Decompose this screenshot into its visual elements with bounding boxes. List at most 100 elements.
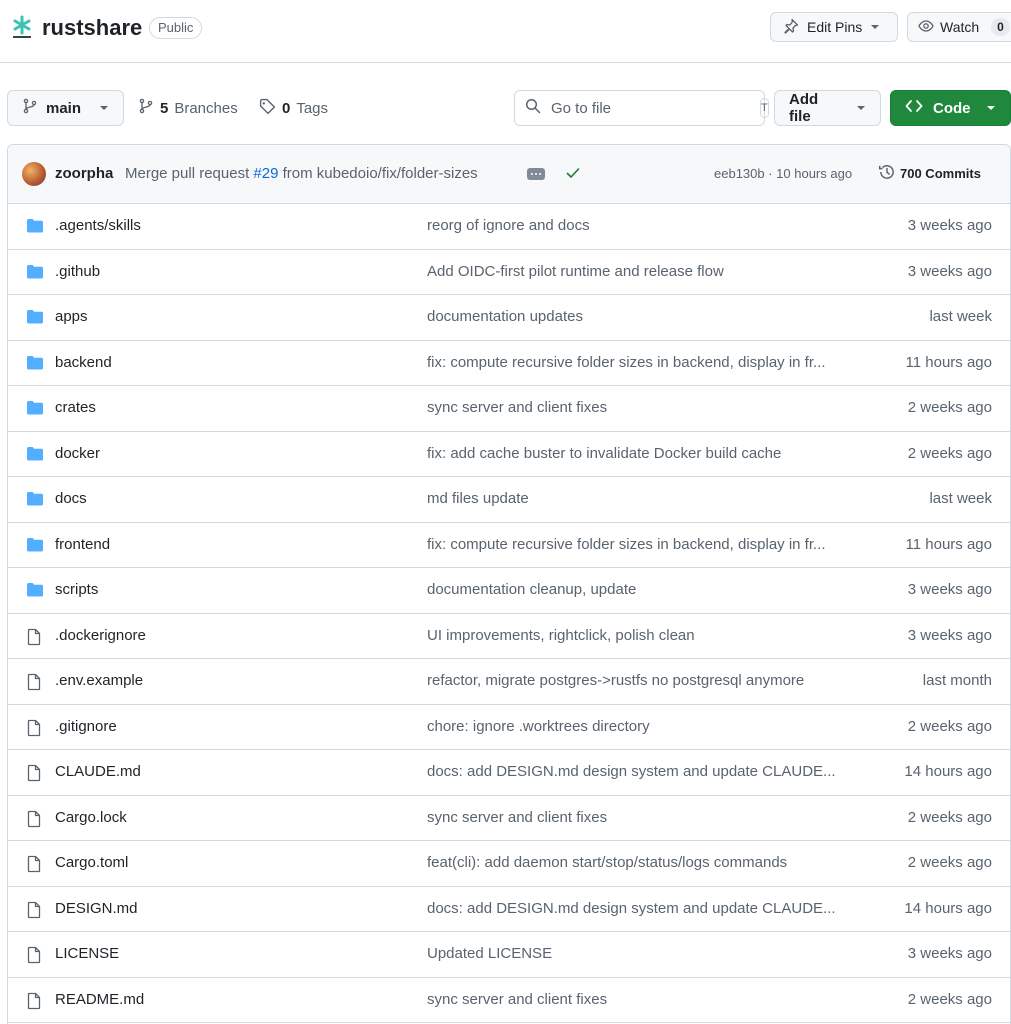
file-name-link[interactable]: README.md [55,991,144,1008]
folder-icon [26,218,44,234]
file-name-link[interactable]: DESIGN.md [55,900,138,917]
file-commit-message[interactable]: sync server and client fixes [427,399,867,416]
table-row[interactable]: frontend fix: compute recursive folder si… [8,523,1010,568]
file-commit-message[interactable]: docs: add DESIGN.md design system and up… [427,900,867,917]
file-commit-date: 2 weeks ago [907,444,992,462]
file-commit-message[interactable]: documentation updates [427,308,867,325]
file-name-link[interactable]: LICENSE [55,945,119,962]
file-commit-message[interactable]: sync server and client fixes [427,991,867,1008]
file-name-link[interactable]: CLAUDE.md [55,763,141,780]
table-row[interactable]: apps documentation updates last week [8,295,1010,341]
file-table: zoorpha Merge pull request #29 from kube… [7,144,1011,1024]
table-row[interactable]: docs md files update last week [8,477,1010,523]
file-list: .agents/skills reorg of ignore and docs 3 … [8,204,1010,1023]
file-commit-message[interactable]: fix: add cache buster to invalidate Dock… [427,445,867,462]
go-to-file-input[interactable] [549,98,752,118]
branch-selector[interactable]: main [7,90,124,126]
file-commit-message[interactable]: Updated LICENSE [427,945,867,962]
file-icon [26,855,44,873]
file-commit-date: last week [929,490,992,507]
edit-pins-label: Edit Pins [807,19,863,35]
add-file-button[interactable]: Add file [774,90,881,126]
file-commit-message[interactable]: fix: compute recursive folder sizes in b… [427,536,867,553]
commit-sha-time[interactable]: eeb130b · 10 hours ago [714,166,852,181]
branches-count: 5 [160,99,169,117]
file-name-link[interactable]: Cargo.lock [55,809,127,826]
file-name-link[interactable]: .github [55,263,100,280]
branch-name: main [46,99,82,117]
file-name-link[interactable]: .env.example [55,672,143,689]
watch-count: 0 [991,18,1010,36]
table-row[interactable]: DESIGN.md docs: add DESIGN.md design syst… [8,887,1010,932]
commit-author[interactable]: zoorpha [55,165,113,182]
file-commit-date: 3 weeks ago [907,262,992,280]
table-row[interactable]: .dockerignore UI improvements, rightclick… [8,614,1010,659]
tags-label: Tags [296,99,329,117]
chevron-down-icon [986,100,996,117]
file-commit-message[interactable]: sync server and client fixes [427,809,867,826]
file-icon [26,673,44,691]
pull-request-link[interactable]: #29 [253,165,278,182]
table-row[interactable]: scripts documentation cleanup, update 3 we… [8,568,1010,614]
shortcut-hint: T [760,98,769,118]
file-commit-message[interactable]: reorg of ignore and docs [427,217,867,234]
table-row[interactable]: docker fix: add cache buster to invalidat… [8,432,1010,477]
folder-icon [26,582,44,598]
table-row[interactable]: crates sync server and client fixes 2 week… [8,386,1010,432]
table-row[interactable]: backend fix: compute recursive folder siz… [8,341,1010,386]
commit-message[interactable]: Merge pull request #29 from kubedoio/fix… [125,165,478,182]
repo-name[interactable]: rustshare [42,14,142,42]
table-row[interactable]: .github Add OIDC-first pilot runtime and … [8,250,1010,295]
table-row[interactable]: Cargo.toml feat(cli): add daemon start/st… [8,841,1010,887]
table-row[interactable]: .agents/skills reorg of ignore and docs 3 … [8,204,1010,250]
file-commit-message[interactable]: documentation cleanup, update [427,581,867,598]
watch-button[interactable]: Watch 0 [907,12,1011,42]
file-name-link[interactable]: .gitignore [55,718,117,735]
file-name-link[interactable]: backend [55,354,112,371]
file-commit-message[interactable]: chore: ignore .worktrees directory [427,718,867,735]
file-commit-message[interactable]: md files update [427,490,867,507]
file-commit-message[interactable]: feat(cli): add daemon start/stop/status/… [427,854,867,871]
commits-count: 700 Commits [900,166,981,181]
expand-commit-message-icon[interactable] [527,168,545,180]
file-name-link[interactable]: Cargo.toml [55,854,128,871]
avatar[interactable] [22,162,46,186]
file-name-link[interactable]: .dockerignore [55,627,146,644]
branches-link[interactable]: 5 Branches [138,90,238,126]
code-label: Code [933,99,971,117]
file-name-link[interactable]: frontend [55,536,110,553]
file-commit-message[interactable]: docs: add DESIGN.md design system and up… [427,763,867,780]
table-row[interactable]: Cargo.lock sync server and client fixes 2 … [8,796,1010,841]
pin-icon [783,18,799,37]
go-to-file-search[interactable]: T [514,90,769,126]
tags-link[interactable]: 0 Tags [259,90,328,126]
file-name-link[interactable]: scripts [55,581,98,598]
file-commit-date: 2 weeks ago [907,717,992,735]
file-commit-message[interactable]: Add OIDC-first pilot runtime and release… [427,263,867,280]
file-commit-date: 11 hours ago [905,535,992,553]
eye-icon [918,18,934,37]
table-row[interactable]: .env.example refactor, migrate postgres->… [8,659,1010,705]
file-commit-message[interactable]: fix: compute recursive folder sizes in b… [427,354,867,371]
file-name-link[interactable]: crates [55,399,96,416]
chevron-down-icon [870,19,880,35]
table-row[interactable]: LICENSE Updated LICENSE 3 weeks ago [8,932,1010,978]
code-button[interactable]: Code [890,90,1011,126]
file-name-link[interactable]: docker [55,445,100,462]
edit-pins-button[interactable]: Edit Pins [770,12,898,42]
table-row[interactable]: .gitignore chore: ignore .worktrees direc… [8,705,1010,750]
folder-icon [26,537,44,553]
file-name-link[interactable]: .agents/skills [55,217,141,234]
code-icon [905,98,923,118]
table-row[interactable]: README.md sync server and client fixes 2 w… [8,978,1010,1023]
file-commit-message[interactable]: UI improvements, rightclick, polish clea… [427,627,867,644]
folder-icon [26,400,44,416]
check-icon[interactable] [565,165,581,186]
table-row[interactable]: CLAUDE.md docs: add DESIGN.md design syst… [8,750,1010,796]
commits-link[interactable]: 700 Commits [878,163,981,184]
file-name-link[interactable]: apps [55,308,88,325]
file-commit-message[interactable]: refactor, migrate postgres->rustfs no po… [427,672,867,689]
file-icon [26,810,44,827]
file-name-link[interactable]: docs [55,490,87,507]
watch-label: Watch [940,19,980,35]
